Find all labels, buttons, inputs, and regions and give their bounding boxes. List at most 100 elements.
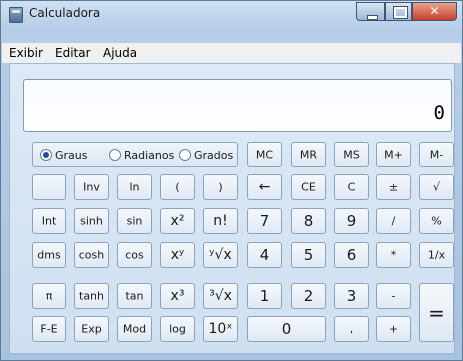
- key-cosh[interactable]: cosh: [74, 242, 109, 268]
- key-label: 8: [303, 212, 314, 230]
- key-label: %: [431, 214, 442, 228]
- key-close-paren[interactable]: ): [203, 174, 238, 200]
- radio-graus[interactable]: Graus: [40, 149, 88, 162]
- key-factorial[interactable]: n!: [203, 208, 238, 234]
- display: 0: [23, 79, 452, 132]
- key-label: 9: [346, 212, 357, 230]
- key-subtract[interactable]: -: [376, 283, 411, 309]
- key-label: n!: [213, 213, 228, 229]
- key-label: tan: [125, 289, 144, 303]
- key-decimal[interactable]: ,: [334, 316, 369, 342]
- key-f-e[interactable]: F-E: [32, 316, 66, 342]
- key-9[interactable]: 9: [334, 208, 369, 234]
- key-8[interactable]: 8: [291, 208, 326, 234]
- key-label: *: [390, 248, 397, 262]
- radio-label: Graus: [55, 149, 88, 162]
- key-label: Mod: [122, 322, 147, 336]
- key-y-root-x[interactable]: ʸ√x: [203, 242, 238, 268]
- angle-mode-group: Graus Radianos Grados: [32, 142, 238, 167]
- key-int[interactable]: Int: [32, 208, 66, 234]
- key-divide[interactable]: /: [376, 208, 411, 234]
- key-cube-root[interactable]: ³√x: [203, 283, 238, 309]
- key-label: MR: [299, 148, 318, 161]
- key-label: sinh: [80, 214, 103, 228]
- key-label: MC: [255, 148, 274, 161]
- close-icon: ✕: [429, 4, 440, 18]
- key-plus-minus[interactable]: ±: [376, 174, 411, 200]
- key-m-minus[interactable]: M-: [419, 142, 454, 167]
- key-4[interactable]: 4: [247, 242, 282, 268]
- minimize-icon: [367, 15, 378, 20]
- key-5[interactable]: 5: [291, 242, 326, 268]
- key-label: ln: [129, 180, 140, 194]
- key-backspace[interactable]: ←: [247, 174, 282, 200]
- key-label: CE: [301, 180, 316, 194]
- key-open-paren[interactable]: (: [160, 174, 195, 200]
- key-log[interactable]: log: [160, 316, 195, 342]
- key-2[interactable]: 2: [291, 283, 326, 309]
- key-ln[interactable]: ln: [117, 174, 152, 200]
- key-ms[interactable]: MS: [334, 142, 369, 167]
- key-sqrt[interactable]: √: [419, 174, 454, 200]
- key-sin[interactable]: sin: [117, 208, 152, 234]
- key-x-cubed[interactable]: x³: [160, 283, 195, 309]
- key-blank: [32, 174, 66, 200]
- key-ce[interactable]: CE: [291, 174, 326, 200]
- radio-label: Grados: [194, 149, 234, 162]
- key-x-squared[interactable]: x²: [160, 208, 195, 234]
- key-7[interactable]: 7: [247, 208, 282, 234]
- menu-editar[interactable]: Editar: [55, 46, 91, 60]
- key-tan[interactable]: tan: [117, 283, 152, 309]
- key-label: 3: [346, 287, 357, 305]
- key-label: cos: [125, 248, 144, 262]
- key-multiply[interactable]: *: [376, 242, 411, 268]
- key-1[interactable]: 1: [247, 283, 282, 309]
- key-label: ³√x: [209, 288, 232, 304]
- key-label: ʸ√x: [209, 247, 232, 263]
- key-add[interactable]: +: [376, 316, 411, 342]
- key-equals[interactable]: =: [419, 283, 454, 342]
- key-mc[interactable]: MC: [247, 142, 282, 167]
- key-inv[interactable]: Inv: [74, 174, 109, 200]
- key-dms[interactable]: dms: [32, 242, 66, 268]
- radio-unselected-icon: [179, 149, 191, 161]
- key-sinh[interactable]: sinh: [74, 208, 109, 234]
- key-0[interactable]: 0: [247, 316, 326, 342]
- window-title: Calculadora: [29, 6, 101, 20]
- key-label: M+: [384, 148, 403, 161]
- key-label: x²: [170, 213, 185, 229]
- key-label: ±: [388, 180, 399, 194]
- key-label: tanh: [79, 289, 104, 303]
- key-mr[interactable]: MR: [291, 142, 326, 167]
- key-tanh[interactable]: tanh: [74, 283, 109, 309]
- key-label: ): [218, 180, 223, 194]
- key-pi[interactable]: π: [32, 283, 66, 309]
- key-exp[interactable]: Exp: [74, 316, 109, 342]
- key-x-pow-y[interactable]: xʸ: [160, 242, 195, 268]
- key-c[interactable]: C: [334, 174, 369, 200]
- close-button[interactable]: ✕: [412, 2, 457, 21]
- key-3[interactable]: 3: [334, 283, 369, 309]
- key-label: sin: [126, 214, 143, 228]
- menu-exibir[interactable]: Exibir: [9, 46, 43, 60]
- key-6[interactable]: 6: [334, 242, 369, 268]
- key-percent[interactable]: %: [419, 208, 454, 234]
- maximize-button[interactable]: [385, 2, 412, 21]
- radio-label: Radianos: [124, 149, 175, 162]
- minimize-button[interactable]: [356, 2, 385, 21]
- radio-grados[interactable]: Grados: [179, 149, 233, 162]
- key-label: 1: [259, 287, 270, 305]
- radio-radianos[interactable]: Radianos: [109, 149, 174, 162]
- key-mod[interactable]: Mod: [117, 316, 152, 342]
- key-cos[interactable]: cos: [117, 242, 152, 268]
- key-label: log: [169, 322, 186, 336]
- key-label: xʸ: [170, 247, 185, 263]
- menu-ajuda[interactable]: Ajuda: [103, 46, 137, 60]
- calculator-window: Calculadora ✕ Exibir Editar Ajuda 0 Grau…: [0, 0, 463, 361]
- key-reciprocal[interactable]: 1/x: [419, 242, 454, 268]
- key-ten-pow-x[interactable]: 10ˣ: [203, 316, 238, 342]
- key-label: MS: [343, 148, 360, 161]
- key-m-plus[interactable]: M+: [376, 142, 411, 167]
- title-bar[interactable]: Calculadora ✕: [1, 1, 462, 27]
- key-label: ,: [349, 322, 354, 336]
